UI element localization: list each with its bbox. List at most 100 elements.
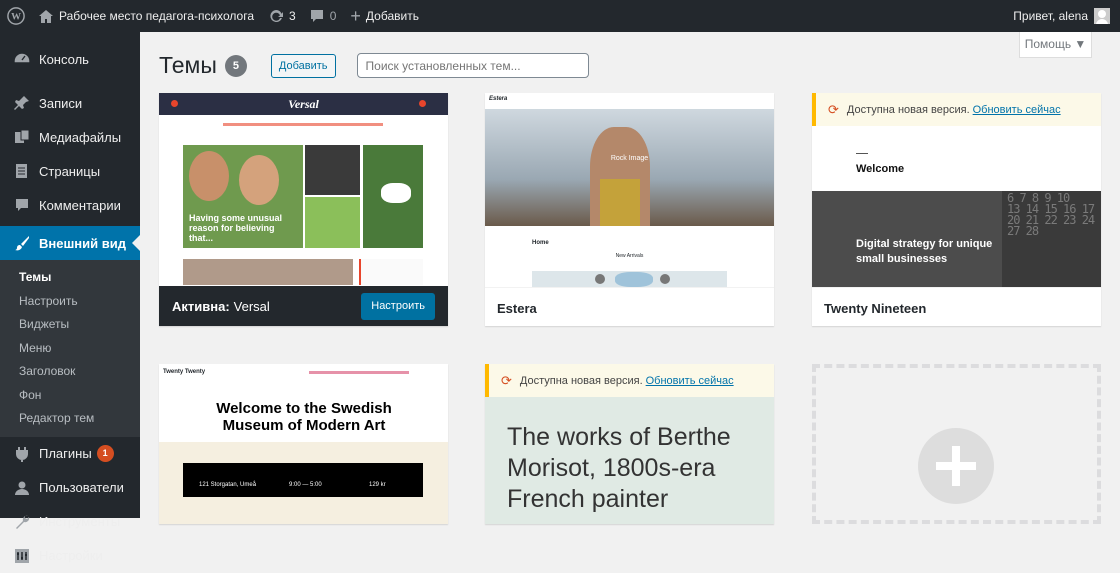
brush-icon (12, 233, 32, 253)
theme-card-twenty-seventeen[interactable]: ⟳ Доступна новая версия. Обновить сейчас… (485, 364, 774, 524)
updates-icon (268, 8, 284, 24)
twenty-address: 121 Storgatan, Umeå (199, 482, 257, 488)
new-content-link[interactable]: + Добавить (343, 0, 426, 32)
admin-bar: W Рабочее место педагога-психолога 3 0 +… (0, 0, 1120, 32)
avatar[interactable] (1094, 8, 1110, 24)
twenty-headline: Welcome to the Swedish Museum of Modern … (216, 400, 392, 434)
appearance-submenu: Темы Настроить Виджеты Меню Заголовок Фо… (0, 260, 140, 437)
pin-icon (12, 93, 32, 113)
theme-screenshot: ⟳ Доступна новая версия. Обновить сейчас… (812, 93, 1101, 287)
theme-name: Estera (485, 287, 774, 326)
menu-label: Настройки (39, 548, 103, 563)
active-theme-bar: Активна: Versal Настроить (159, 286, 448, 326)
wordpress-logo-icon[interactable]: W (0, 0, 32, 32)
add-theme-button[interactable]: Добавить (270, 53, 336, 78)
plugin-icon (12, 444, 32, 464)
seventeen-headline: The works of Berthe Morisot, 1800s-era F… (507, 423, 731, 513)
estera-hero-text: Rock Image (610, 155, 649, 162)
page-header: Темы 5 Добавить (159, 52, 589, 79)
theme-name: Versal (233, 298, 270, 314)
comment-icon (12, 195, 32, 215)
updates-count: 3 (289, 9, 296, 23)
site-name-link[interactable]: Рабочее место педагога-психолога (32, 0, 261, 32)
menu-item-console[interactable]: Консоль (0, 42, 140, 76)
theme-card-estera[interactable]: Estera Rock Image Home New Arrivals Este… (485, 93, 774, 326)
comment-icon (310, 9, 324, 23)
menu-item-users[interactable]: Пользователи (0, 471, 140, 505)
update-now-link[interactable]: Обновить сейчас (646, 375, 734, 387)
submenu-theme-editor[interactable]: Редактор тем (0, 407, 140, 431)
theme-card-versal[interactable]: Versal Having some unusual reason for be… (159, 93, 448, 326)
menu-item-posts[interactable]: Записи (0, 86, 140, 120)
menu-label: Записи (39, 95, 83, 111)
update-notice: ⟳ Доступна новая версия. Обновить сейчас (812, 93, 1101, 126)
nineteen-calendar-graphic: 6 7 8 9 10 13 14 15 16 17 20 21 22 23 24 27… (1007, 191, 1095, 238)
menu-label: Пользователи (39, 480, 124, 495)
theme-screenshot: ⟳ Доступна новая версия. Обновить сейчас… (485, 364, 774, 524)
estera-brand: Estera (489, 96, 508, 102)
plus-icon: + (350, 6, 361, 26)
versal-headline: Having some unusual reason for believing… (189, 213, 283, 243)
menu-item-appearance[interactable]: Внешний вид (0, 226, 140, 260)
submenu-themes[interactable]: Темы (0, 266, 140, 290)
add-new-theme-card[interactable] (812, 364, 1101, 524)
media-icon (12, 127, 32, 147)
submenu-menus[interactable]: Меню (0, 337, 140, 361)
menu-label: Страницы (39, 163, 101, 179)
theme-count-badge: 5 (224, 54, 247, 77)
users-icon (12, 478, 32, 498)
menu-item-tools[interactable]: Инструменты (0, 505, 140, 539)
settings-icon (12, 546, 32, 566)
submenu-customize[interactable]: Настроить (0, 290, 140, 314)
tools-icon (12, 512, 32, 532)
twenty-hours: 9:00 — 5:00 (289, 482, 322, 488)
admin-sidebar: Консоль Записи Медиафайлы Страницы Комме… (0, 32, 140, 563)
notice-text: Доступна новая версия. (846, 103, 970, 116)
menu-label: Медиафайлы (39, 129, 122, 145)
submenu-header[interactable]: Заголовок (0, 360, 140, 384)
theme-card-twenty-nineteen[interactable]: ⟳ Доступна новая версия. Обновить сейчас… (812, 93, 1101, 326)
menu-item-plugins[interactable]: Плагины 1 (0, 437, 140, 471)
menu-label: Внешний вид (39, 235, 126, 251)
menu-item-pages[interactable]: Страницы (0, 154, 140, 188)
estera-new-arrivals: New Arrivals (615, 253, 644, 259)
nineteen-strategy: Digital strategy for unique small busine… (856, 238, 993, 265)
submenu-background[interactable]: Фон (0, 384, 140, 408)
twenty-price: 129 kr (369, 482, 386, 488)
twenty-brand: Twenty Twenty (163, 369, 206, 375)
page-icon (12, 161, 32, 181)
menu-item-settings[interactable]: Настройки (0, 539, 140, 573)
submenu-widgets[interactable]: Виджеты (0, 313, 140, 337)
site-name: Рабочее место педагога-психолога (59, 9, 255, 23)
theme-screenshot: Twenty Twenty Welcome to the Swedish Mus… (159, 364, 448, 524)
plus-icon (918, 428, 994, 504)
home-icon (39, 9, 53, 23)
menu-label: Инструменты (39, 514, 121, 529)
greeting[interactable]: Привет, alena (1013, 9, 1088, 23)
update-now-link[interactable]: Обновить сейчас (973, 104, 1061, 116)
update-icon: ⟳ (828, 101, 839, 117)
estera-home: Home (532, 240, 549, 246)
update-icon: ⟳ (501, 372, 512, 388)
update-notice: ⟳ Доступна новая версия. Обновить сейчас (485, 364, 774, 397)
svg-text:W: W (11, 12, 21, 23)
search-themes-input[interactable] (356, 53, 589, 78)
plugins-update-badge: 1 (96, 445, 114, 462)
main-content: Помощь ▼ Темы 5 Добавить Versal Having s… (140, 32, 1120, 524)
help-tab-button[interactable]: Помощь ▼ (1019, 32, 1092, 58)
customize-button[interactable]: Настроить (361, 292, 435, 320)
menu-label: Консоль (39, 51, 89, 67)
comments-link[interactable]: 0 (303, 0, 344, 32)
menu-item-comments[interactable]: Комментарии (0, 188, 140, 222)
updates-link[interactable]: 3 (261, 0, 303, 32)
theme-card-twenty-twenty[interactable]: Twenty Twenty Welcome to the Swedish Mus… (159, 364, 448, 524)
nineteen-welcome: Welcome (856, 163, 905, 175)
menu-item-media[interactable]: Медиафайлы (0, 120, 140, 154)
dashboard-icon (12, 49, 32, 69)
theme-screenshot: Estera Rock Image Home New Arrivals (485, 93, 774, 287)
menu-label: Комментарии (39, 197, 121, 213)
page-title: Темы (159, 52, 217, 78)
comments-count: 0 (329, 9, 337, 23)
new-label: Добавить (365, 9, 419, 23)
theme-name: Twenty Nineteen (812, 287, 1101, 326)
